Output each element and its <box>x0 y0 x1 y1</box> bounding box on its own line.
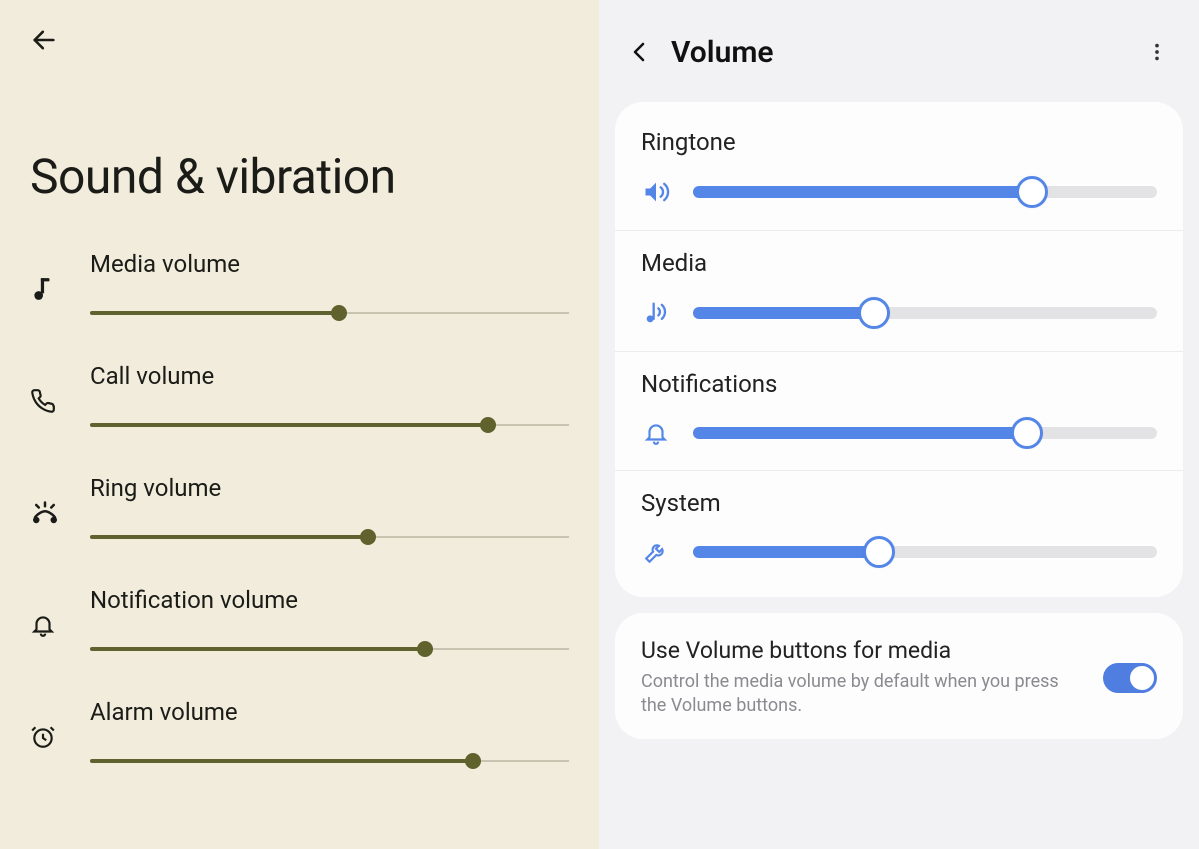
bell-outline-icon <box>641 420 671 446</box>
pixel-sound-panel: Sound & vibration Media volume Call volu… <box>0 0 599 849</box>
ring-volume-row: Ring volume <box>0 474 599 544</box>
wrench-icon <box>641 539 671 565</box>
music-note-icon <box>30 250 90 302</box>
media-volume-row: Media volume <box>0 250 599 320</box>
ringtone-row: Ringtone <box>615 110 1183 230</box>
media-volume-label: Media volume <box>90 250 569 278</box>
notification-volume-label: Notification volume <box>90 586 569 614</box>
ringtone-slider[interactable] <box>693 180 1157 204</box>
ring-volume-slider[interactable] <box>90 530 569 544</box>
volume-buttons-media-switch[interactable] <box>1103 663 1157 693</box>
volume-card: Ringtone Media Notific <box>615 102 1183 597</box>
bell-icon <box>30 586 90 638</box>
page-title: Volume <box>671 35 1137 70</box>
speaker-icon <box>641 178 671 206</box>
media-volume-slider[interactable] <box>90 306 569 320</box>
system-slider[interactable] <box>693 540 1157 564</box>
alarm-volume-row: Alarm volume <box>0 698 599 768</box>
right-header: Volume <box>599 0 1199 96</box>
system-row: System <box>615 470 1183 589</box>
notification-volume-row: Notification volume <box>0 586 599 656</box>
arrow-left-icon <box>30 26 58 54</box>
phone-ring-icon <box>30 474 90 530</box>
alarm-icon <box>30 698 90 750</box>
call-volume-slider[interactable] <box>90 418 569 432</box>
ring-volume-label: Ring volume <box>90 474 569 502</box>
notifications-row: Notifications <box>615 351 1183 470</box>
media-row: Media <box>615 230 1183 351</box>
notification-volume-slider[interactable] <box>90 642 569 656</box>
music-waves-icon <box>641 299 671 327</box>
back-button[interactable] <box>621 33 659 71</box>
notifications-slider[interactable] <box>693 421 1157 445</box>
more-vert-icon <box>1146 41 1168 63</box>
back-button[interactable] <box>24 20 64 60</box>
more-button[interactable] <box>1137 32 1177 72</box>
oneui-volume-panel: Volume Ringtone Media <box>599 0 1199 849</box>
ringtone-label: Ringtone <box>641 128 1157 156</box>
chevron-left-icon <box>628 40 652 64</box>
toggle-subtitle: Control the media volume by default when… <box>641 670 1083 719</box>
system-label: System <box>641 489 1157 517</box>
media-label: Media <box>641 249 1157 277</box>
toggle-title: Use Volume buttons for media <box>641 637 1083 664</box>
notifications-label: Notifications <box>641 370 1157 398</box>
call-volume-row: Call volume <box>0 362 599 432</box>
left-slider-list: Media volume Call volume Ring <box>0 250 599 810</box>
page-title: Sound & vibration <box>30 148 396 205</box>
alarm-volume-label: Alarm volume <box>90 698 569 726</box>
alarm-volume-slider[interactable] <box>90 754 569 768</box>
volume-buttons-media-row[interactable]: Use Volume buttons for media Control the… <box>615 613 1183 739</box>
call-volume-label: Call volume <box>90 362 569 390</box>
media-slider[interactable] <box>693 301 1157 325</box>
phone-icon <box>30 362 90 414</box>
